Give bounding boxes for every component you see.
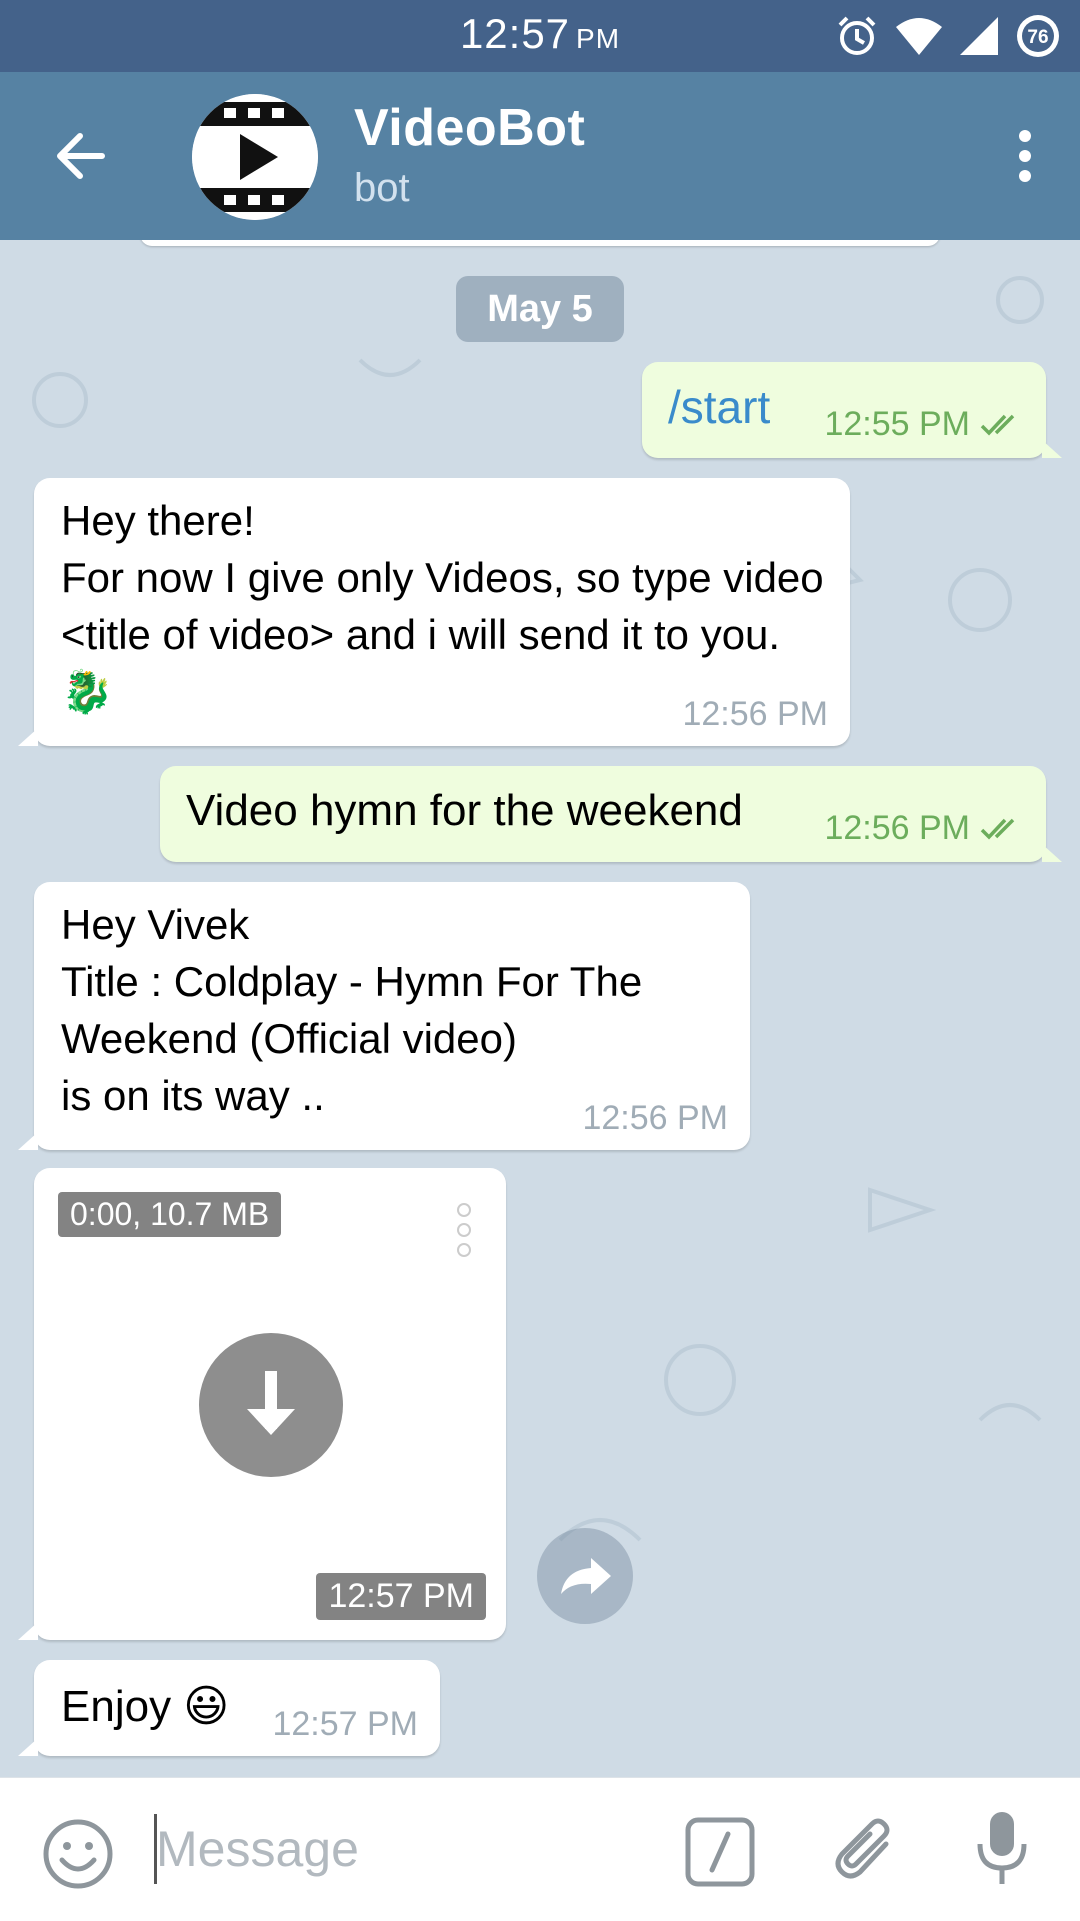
message-time: 12:57 PM	[316, 1573, 486, 1620]
more-options-button[interactable]	[1000, 126, 1050, 186]
bot-avatar[interactable]	[192, 94, 318, 220]
message-bubble-outgoing[interactable]: /start 12:55 PM	[642, 362, 1062, 458]
message-time: 12:56 PM	[582, 1099, 728, 1137]
video-duration-size: 0:00, 10.7 MB	[58, 1192, 282, 1237]
message-text: Hey Vivek Title : Coldplay - Hymn For Th…	[61, 901, 643, 1119]
message-time-text: 12:56 PM	[824, 809, 970, 847]
message-bubble-incoming[interactable]: Hey Vivek Title : Coldplay - Hymn For Th…	[18, 882, 750, 1150]
message-time-text: 12:55 PM	[824, 405, 970, 443]
date-separator: May 5	[456, 276, 624, 342]
bot-commands-button[interactable]	[684, 1816, 756, 1893]
message-text: Enjoy 😃	[61, 1682, 230, 1731]
share-forward-icon	[561, 1558, 611, 1594]
video-menu-button[interactable]	[454, 1202, 474, 1263]
bot-avatar-film-play-icon	[192, 94, 318, 220]
bot-command-link[interactable]: /start	[668, 380, 770, 434]
battery-level: 76	[1027, 27, 1048, 48]
alarm-icon	[838, 16, 876, 55]
more-vert-outline-icon	[457, 1203, 471, 1257]
download-arrow-icon	[247, 1371, 295, 1435]
back-arrow-icon	[57, 133, 105, 179]
more-vert-icon	[1019, 130, 1031, 182]
share-button[interactable]	[537, 1528, 633, 1624]
double-check-icon	[980, 414, 1015, 436]
status-bar: 12:57 PM 76	[0, 0, 1080, 72]
status-time-ampm: PM	[576, 23, 621, 54]
message-time: 12:55 PM	[824, 405, 1024, 444]
double-check-icon	[980, 818, 1015, 840]
attach-paperclip-icon	[835, 1818, 890, 1879]
status-time-value: 12:57	[459, 10, 571, 57]
message-text: Video hymn for the weekend	[186, 786, 743, 835]
message-text: Hey there! For now I give only Videos, s…	[61, 497, 824, 715]
slash-command-icon	[685, 1817, 755, 1887]
message-time: 12:56 PM	[824, 809, 1024, 848]
signal-icon	[960, 17, 998, 55]
battery-icon: 76	[1017, 15, 1059, 57]
microphone-icon	[977, 1812, 1027, 1884]
message-input[interactable]: Message	[156, 1804, 656, 1894]
status-icons: 76	[834, 12, 1062, 60]
app-bar: VideoBot bot	[0, 72, 1080, 240]
emoji-icon	[43, 1819, 113, 1889]
voice-record-button[interactable]	[974, 1808, 1030, 1893]
download-button[interactable]	[199, 1333, 343, 1477]
chat-title[interactable]: VideoBot	[354, 98, 585, 158]
message-time: 12:56 PM	[682, 695, 828, 733]
emoji-button[interactable]	[42, 1818, 114, 1895]
message-bubble-incoming[interactable]: Enjoy 😃 12:57 PM	[18, 1660, 440, 1756]
chat-area[interactable]: May 5 /start 12:55 PM Hey there! For now…	[0, 240, 1080, 1777]
wifi-icon	[896, 18, 942, 55]
message-input-bar: Message	[0, 1777, 1080, 1921]
chat-subtitle: bot	[354, 166, 410, 210]
back-button[interactable]	[48, 124, 112, 188]
previous-message-edge	[140, 240, 940, 246]
attach-button[interactable]	[830, 1814, 902, 1891]
video-message[interactable]: 0:00, 10.7 MB 12:57 PM	[18, 1168, 506, 1640]
message-bubble-incoming[interactable]: Hey there! For now I give only Videos, s…	[18, 478, 850, 746]
message-bubble-outgoing[interactable]: Video hymn for the weekend 12:56 PM	[160, 766, 1062, 862]
message-time: 12:57 PM	[272, 1705, 418, 1743]
